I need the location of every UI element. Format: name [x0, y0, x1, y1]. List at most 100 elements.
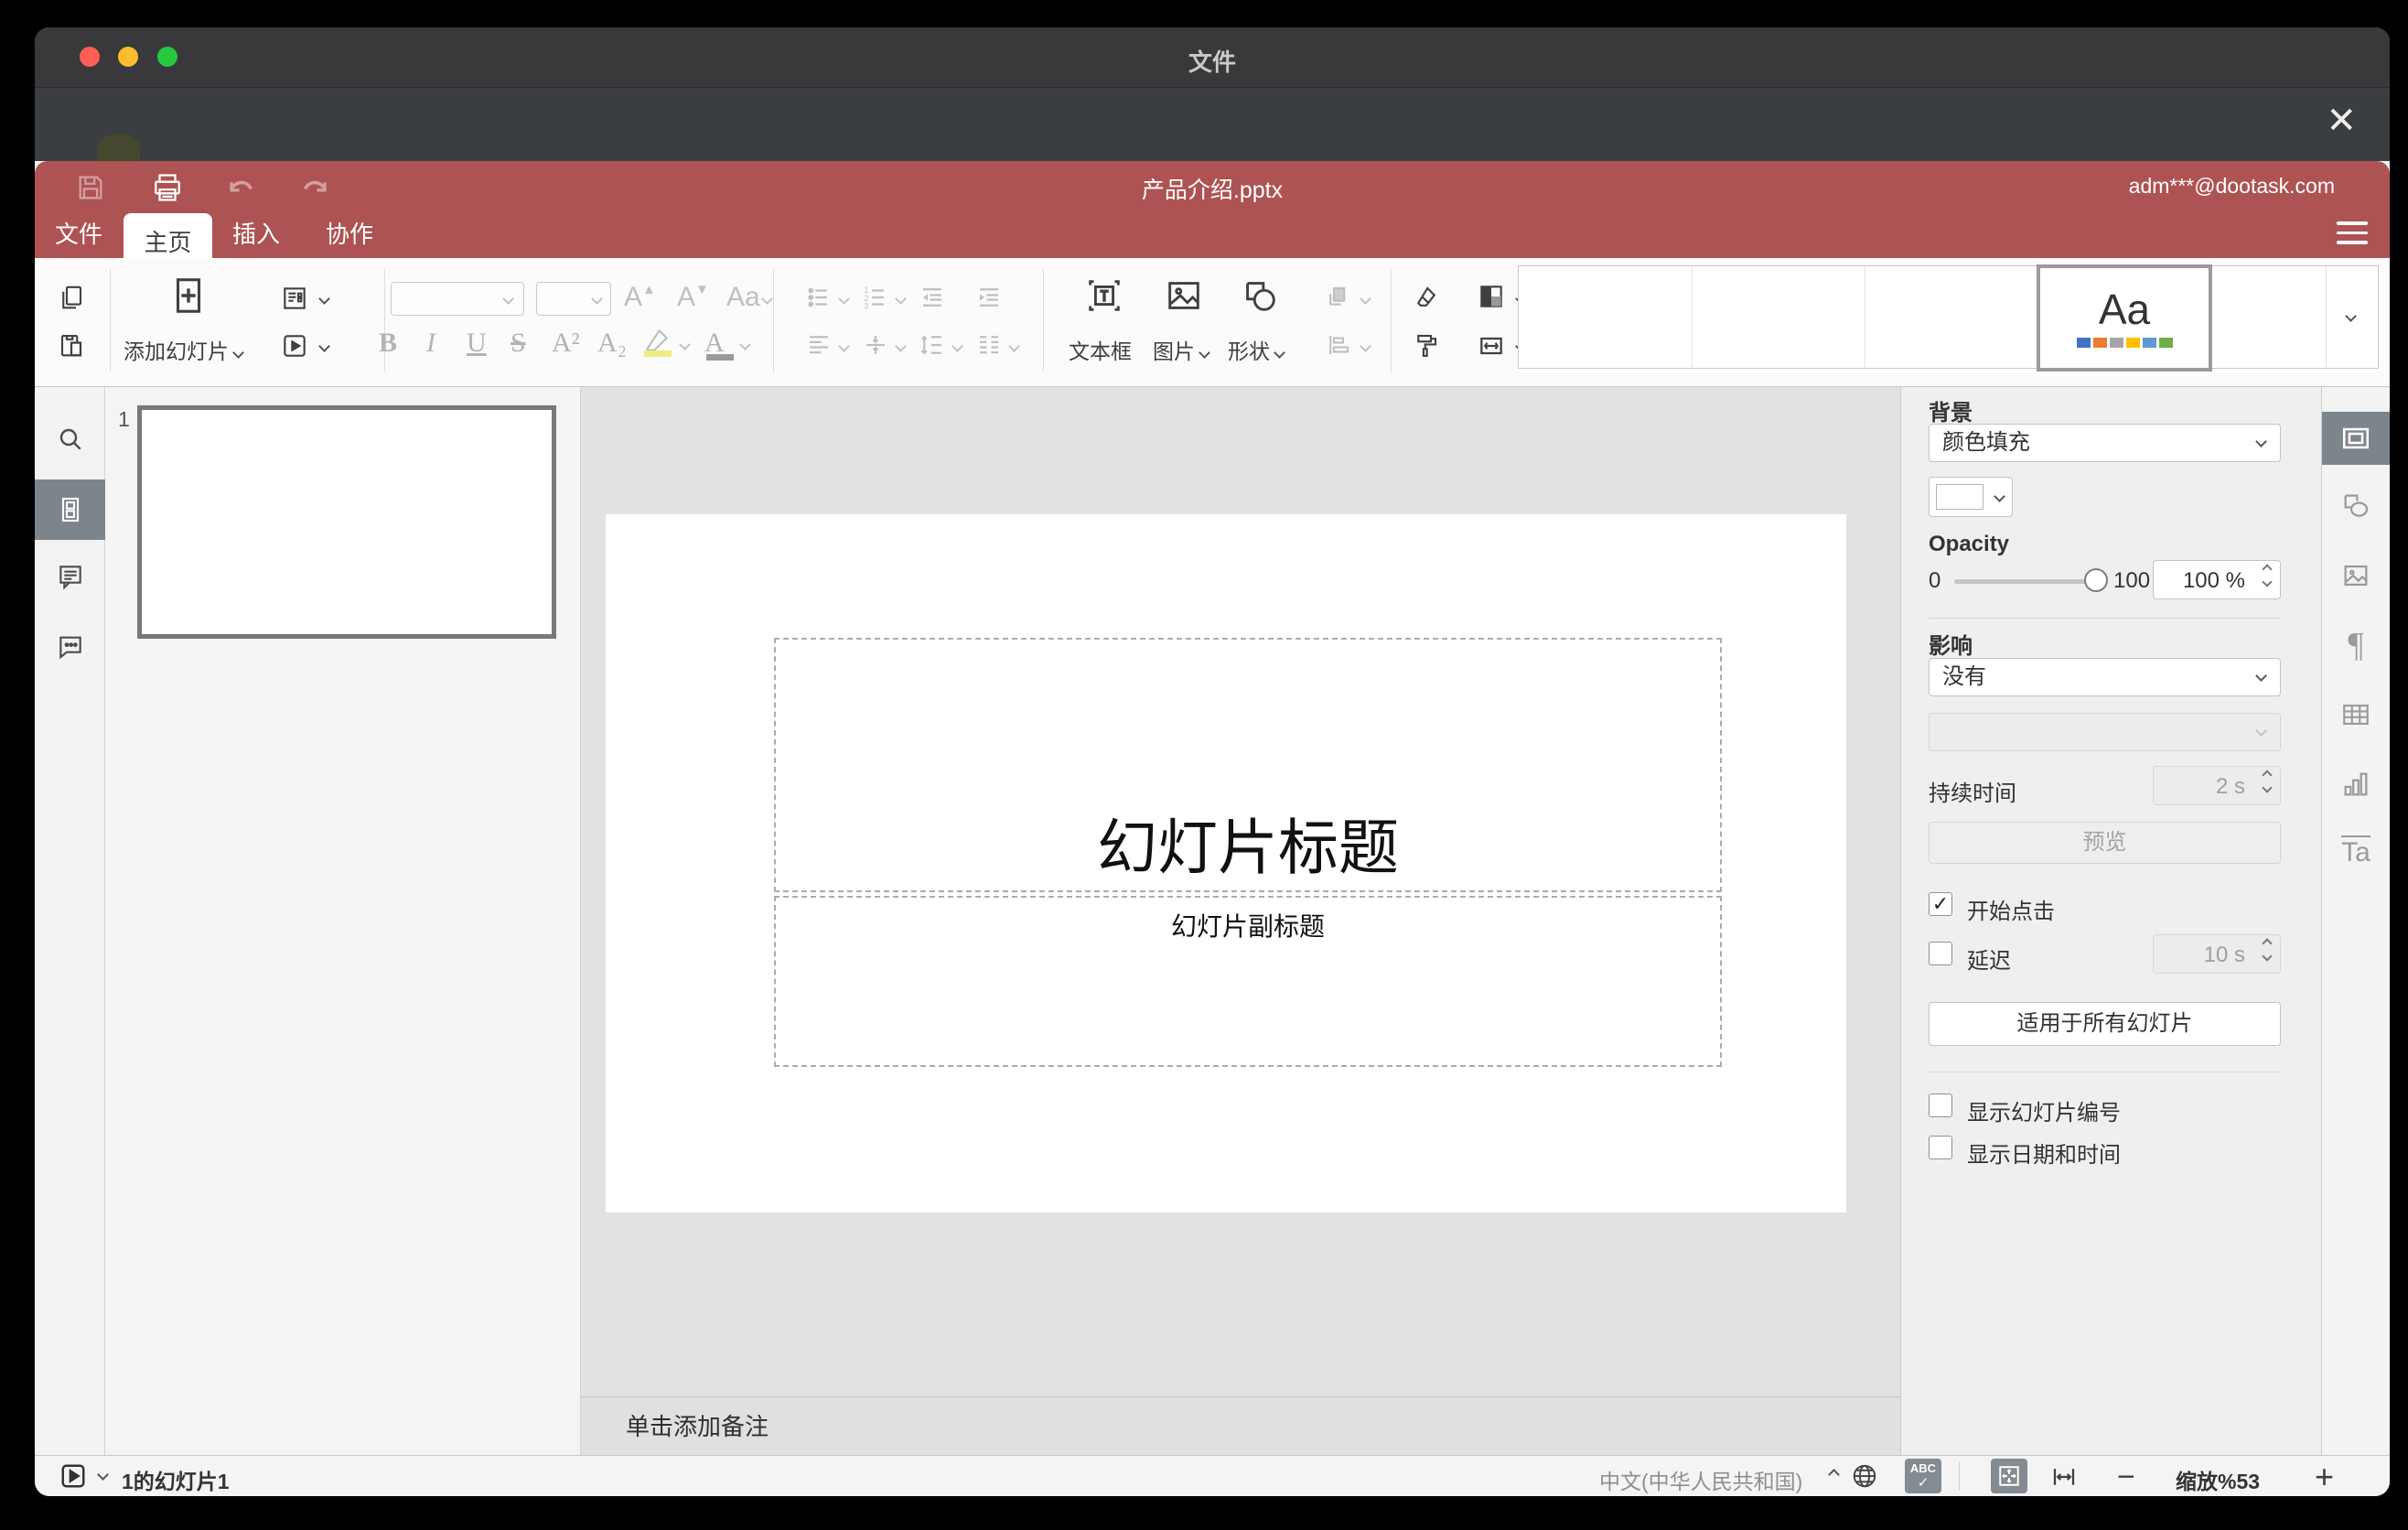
italic-icon[interactable]: I	[426, 328, 435, 359]
arrange-icon[interactable]	[1325, 284, 1352, 311]
apply-to-all-button[interactable]: 适用于所有幻灯片	[1929, 1002, 2281, 1046]
delay-input[interactable]: 10 s	[2153, 934, 2281, 974]
tab-file[interactable]: 文件	[55, 216, 102, 250]
strikethrough-icon[interactable]: S	[511, 328, 526, 359]
opacity-slider-handle[interactable]	[2084, 568, 2108, 592]
shape-icon[interactable]	[1239, 275, 1281, 317]
text-box-icon[interactable]	[1083, 275, 1125, 317]
fit-width-icon[interactable]	[2050, 1463, 2078, 1491]
vertical-align-icon[interactable]	[862, 331, 889, 359]
subtitle-placeholder[interactable]: 幻灯片副标题	[774, 896, 1722, 1067]
slide-settings-icon[interactable]	[2322, 412, 2390, 465]
theme-gallery-expand-icon[interactable]	[2345, 310, 2357, 322]
select-tool-icon[interactable]	[1413, 284, 1440, 311]
chevron-down-icon[interactable]	[679, 339, 691, 350]
copy-style-icon[interactable]	[1413, 331, 1440, 359]
text-art-settings-icon[interactable]: Ta	[2322, 824, 2390, 879]
tab-home-bg[interactable]: 主页	[124, 213, 212, 258]
theme-tile-1[interactable]	[1519, 266, 1692, 370]
fit-slide-icon[interactable]	[1991, 1459, 2027, 1493]
font-name-select[interactable]	[391, 282, 524, 316]
start-slideshow-icon[interactable]	[280, 331, 309, 361]
subscript-icon[interactable]: A₂	[597, 328, 627, 359]
slide-size-icon[interactable]	[1477, 331, 1506, 361]
highlight-color-icon[interactable]	[642, 326, 672, 357]
table-settings-icon[interactable]	[2322, 687, 2390, 742]
title-placeholder[interactable]: 幻灯片标题	[774, 638, 1722, 892]
align-icon[interactable]	[805, 331, 833, 359]
comments-icon[interactable]	[35, 549, 105, 604]
chevron-down-icon[interactable]	[951, 340, 963, 352]
underline-icon[interactable]: U	[467, 328, 487, 359]
chart-settings-icon[interactable]	[2322, 757, 2390, 812]
shape-button[interactable]: 形状	[1228, 334, 1286, 365]
theme-tile-selected[interactable]: Aa	[2037, 264, 2212, 372]
notes-area[interactable]: 单击添加备注	[581, 1396, 1900, 1455]
duration-input[interactable]: 2 s	[2153, 766, 2281, 805]
spellcheck-icon[interactable]: ABC ✓	[1905, 1459, 1941, 1493]
slide[interactable]: 幻灯片标题 幻灯片副标题	[606, 514, 1846, 1212]
chevron-down-icon[interactable]	[318, 340, 330, 352]
chat-icon[interactable]	[35, 619, 105, 673]
show-date-time-checkbox[interactable]	[1929, 1136, 1952, 1159]
copy-icon[interactable]	[58, 284, 85, 311]
chevron-down-icon[interactable]	[318, 293, 330, 305]
columns-icon[interactable]	[975, 331, 1003, 359]
font-color-icon[interactable]: A	[704, 328, 734, 361]
chevron-down-icon[interactable]	[838, 340, 850, 352]
chevron-down-icon[interactable]	[1008, 340, 1020, 352]
chevron-down-icon[interactable]	[1360, 340, 1371, 352]
chevron-down-icon[interactable]	[895, 293, 907, 305]
numbered-list-icon[interactable]: 123	[862, 284, 889, 311]
effect-select[interactable]: 没有	[1929, 658, 2281, 696]
zoom-in-button[interactable]: +	[2315, 1458, 2334, 1496]
slides-panel-icon[interactable]	[35, 479, 105, 540]
image-settings-icon[interactable]	[2322, 548, 2390, 603]
tab-collaboration[interactable]: 协作	[326, 216, 373, 250]
language-selector[interactable]: 中文(中华人民共和国)	[1599, 1464, 1802, 1495]
search-icon[interactable]	[35, 412, 105, 467]
theme-tile-3[interactable]	[1865, 266, 2038, 370]
color-scheme-icon[interactable]	[1477, 282, 1506, 311]
add-slide-icon[interactable]	[167, 275, 210, 317]
increase-font-icon[interactable]: A▲	[624, 282, 656, 313]
chevron-down-icon[interactable]	[895, 340, 907, 352]
tab-home[interactable]: 主页	[124, 224, 212, 258]
slide-thumbnail[interactable]	[137, 405, 556, 639]
chevron-down-icon[interactable]	[97, 1469, 109, 1481]
globe-icon[interactable]	[1851, 1462, 1878, 1490]
opacity-input[interactable]: 100 %	[2153, 560, 2281, 599]
image-icon[interactable]	[1163, 275, 1205, 317]
close-icon[interactable]: ✕	[2326, 102, 2357, 139]
delay-checkbox[interactable]	[1929, 942, 1952, 965]
paragraph-settings-icon[interactable]: ¶	[2322, 618, 2390, 673]
chevron-down-icon[interactable]	[1360, 293, 1371, 305]
change-case-icon[interactable]: Aa	[726, 282, 760, 313]
superscript-icon[interactable]: A²	[552, 328, 580, 359]
opacity-slider-track[interactable]	[1954, 579, 2091, 584]
theme-tile-2[interactable]	[1692, 266, 1865, 370]
menu-icon[interactable]	[2337, 221, 2368, 245]
bullet-list-icon[interactable]	[805, 284, 833, 311]
background-fill-select[interactable]: 颜色填充	[1929, 424, 2281, 462]
chevron-down-icon[interactable]	[838, 293, 850, 305]
effect-type-select[interactable]	[1929, 713, 2281, 751]
slide-layout-icon[interactable]	[280, 284, 309, 313]
bold-icon[interactable]: B	[379, 328, 397, 359]
start-on-click-checkbox[interactable]: ✓	[1929, 892, 1952, 916]
decrease-font-icon[interactable]: A▼	[677, 282, 709, 313]
background-color-swatch[interactable]	[1929, 477, 2013, 517]
preview-button[interactable]: 预览	[1929, 822, 2281, 864]
add-slide-button[interactable]: 添加幻灯片	[124, 334, 245, 365]
font-size-select[interactable]	[536, 282, 611, 316]
image-button[interactable]: 图片	[1153, 334, 1211, 365]
shape-settings-icon[interactable]	[2322, 479, 2390, 533]
decrease-indent-icon[interactable]	[919, 284, 946, 311]
chevron-down-icon[interactable]	[739, 339, 751, 350]
tab-insert[interactable]: 插入	[232, 216, 280, 250]
show-slide-number-checkbox[interactable]	[1929, 1094, 1952, 1117]
zoom-out-button[interactable]: −	[2117, 1460, 2135, 1495]
increase-indent-icon[interactable]	[975, 284, 1003, 311]
text-box-button[interactable]: 文本框	[1069, 334, 1132, 365]
align-shape-icon[interactable]	[1325, 331, 1352, 359]
